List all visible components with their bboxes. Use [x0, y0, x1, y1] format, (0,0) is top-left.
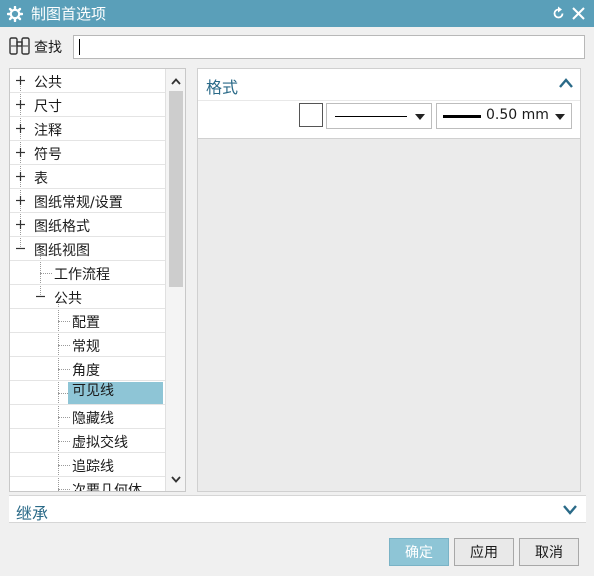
expand-plus-icon[interactable] [16, 220, 25, 229]
title-bar: 制图首选项 [0, 0, 594, 27]
binoculars-icon [9, 37, 30, 55]
cancel-button[interactable]: 取消 [519, 538, 579, 566]
tree-item-label: 追踪线 [72, 459, 114, 475]
section-divider [198, 100, 580, 101]
dropdown-arrow-icon [415, 114, 425, 120]
apply-button[interactable]: 应用 [454, 538, 514, 566]
tree-item[interactable]: 可见线 [10, 381, 165, 405]
tree-item[interactable]: 配置 [10, 309, 165, 333]
tree-item-label: 常规 [72, 339, 100, 355]
expand-plus-icon[interactable] [16, 100, 25, 109]
tree-item-label: 次要几何体 [72, 483, 142, 492]
tree-item-label: 公共 [34, 75, 62, 91]
tree-scrollbar[interactable] [165, 69, 185, 491]
search-label: 查找 [34, 40, 62, 56]
tree-item-label: 图纸视图 [34, 243, 90, 259]
tree-item[interactable]: 隐藏线 [10, 405, 165, 429]
tree-item-label: 图纸常规/设置 [34, 195, 123, 211]
format-section-header[interactable]: 格式 [206, 74, 238, 98]
scroll-thumb[interactable] [169, 91, 183, 287]
tree-item-label: 隐藏线 [72, 411, 114, 427]
line-type-dropdown[interactable] [326, 103, 432, 129]
chevron-down-icon[interactable] [562, 504, 578, 516]
tree-item-label: 尺寸 [34, 99, 62, 115]
expand-plus-icon[interactable] [16, 196, 25, 205]
tree-item-label: 注释 [34, 123, 62, 139]
close-icon[interactable] [571, 6, 586, 21]
chevron-up-icon [171, 77, 181, 85]
search-input[interactable] [73, 35, 585, 59]
inherit-section[interactable]: 继承 [9, 495, 586, 523]
tree-item[interactable]: 公共 [10, 285, 165, 309]
tree-item[interactable]: 次要几何体 [10, 477, 165, 492]
tree-item-label: 配置 [72, 315, 100, 331]
expand-plus-icon[interactable] [16, 124, 25, 133]
tree-item-label: 虚拟交线 [72, 435, 128, 451]
tree-item[interactable]: 工作流程 [10, 261, 165, 285]
expand-plus-icon[interactable] [16, 76, 25, 85]
tree-item-label: 表 [34, 171, 48, 187]
tree-item-label: 可见线 [68, 382, 163, 404]
expand-plus-icon[interactable] [16, 172, 25, 181]
tree-item-label: 公共 [54, 291, 82, 307]
tree-item-label: 角度 [72, 363, 100, 379]
tree-item[interactable]: 图纸视图 [10, 237, 165, 261]
tree-item-label: 符号 [34, 147, 62, 163]
scroll-up-arrow[interactable] [166, 71, 185, 91]
dropdown-arrow-icon [555, 114, 565, 120]
color-swatch[interactable] [299, 103, 323, 127]
reset-icon[interactable] [551, 6, 566, 21]
line-width-sample [443, 115, 481, 118]
tree-item[interactable]: 表 [10, 165, 165, 189]
tree-item[interactable]: 图纸格式 [10, 213, 165, 237]
solid-line-sample [335, 116, 407, 117]
tree-item[interactable]: 角度 [10, 357, 165, 381]
tree-item-label: 工作流程 [54, 267, 110, 283]
search-row: 查找 [0, 27, 594, 65]
tree-item[interactable]: 虚拟交线 [10, 429, 165, 453]
tree-item[interactable]: 追踪线 [10, 453, 165, 477]
tree-item[interactable]: 常规 [10, 333, 165, 357]
window-title: 制图首选项 [31, 5, 107, 23]
tree-item[interactable]: 注释 [10, 117, 165, 141]
tree-item[interactable]: 符号 [10, 141, 165, 165]
properties-panel: 格式 0.50 mm [197, 68, 581, 492]
chevron-up-icon[interactable] [558, 77, 574, 89]
collapse-minus-icon[interactable] [16, 244, 25, 253]
tree-item[interactable]: 公共 [10, 69, 165, 93]
ok-button[interactable]: 确定 [389, 538, 449, 566]
tree-item-label: 图纸格式 [34, 219, 90, 235]
tree-item[interactable]: 图纸常规/设置 [10, 189, 165, 213]
format-section: 格式 0.50 mm [198, 69, 580, 139]
inherit-section-header: 继承 [16, 504, 49, 523]
line-width-value: 0.50 mm [486, 107, 549, 123]
chevron-down-icon [171, 475, 181, 483]
scroll-down-arrow[interactable] [166, 469, 185, 489]
expand-plus-icon[interactable] [16, 148, 25, 157]
gear-icon [7, 5, 23, 22]
preferences-tree: 公共 尺寸 注释 符号表图纸常规/设置 图纸格式 图纸视图 工作流程 公共 配置 常规 角度 可见线隐… [9, 68, 186, 492]
text-cursor [79, 39, 80, 55]
collapse-minus-icon[interactable] [36, 292, 45, 301]
line-width-dropdown[interactable]: 0.50 mm [436, 103, 572, 129]
tree-item[interactable]: 尺寸 [10, 93, 165, 117]
